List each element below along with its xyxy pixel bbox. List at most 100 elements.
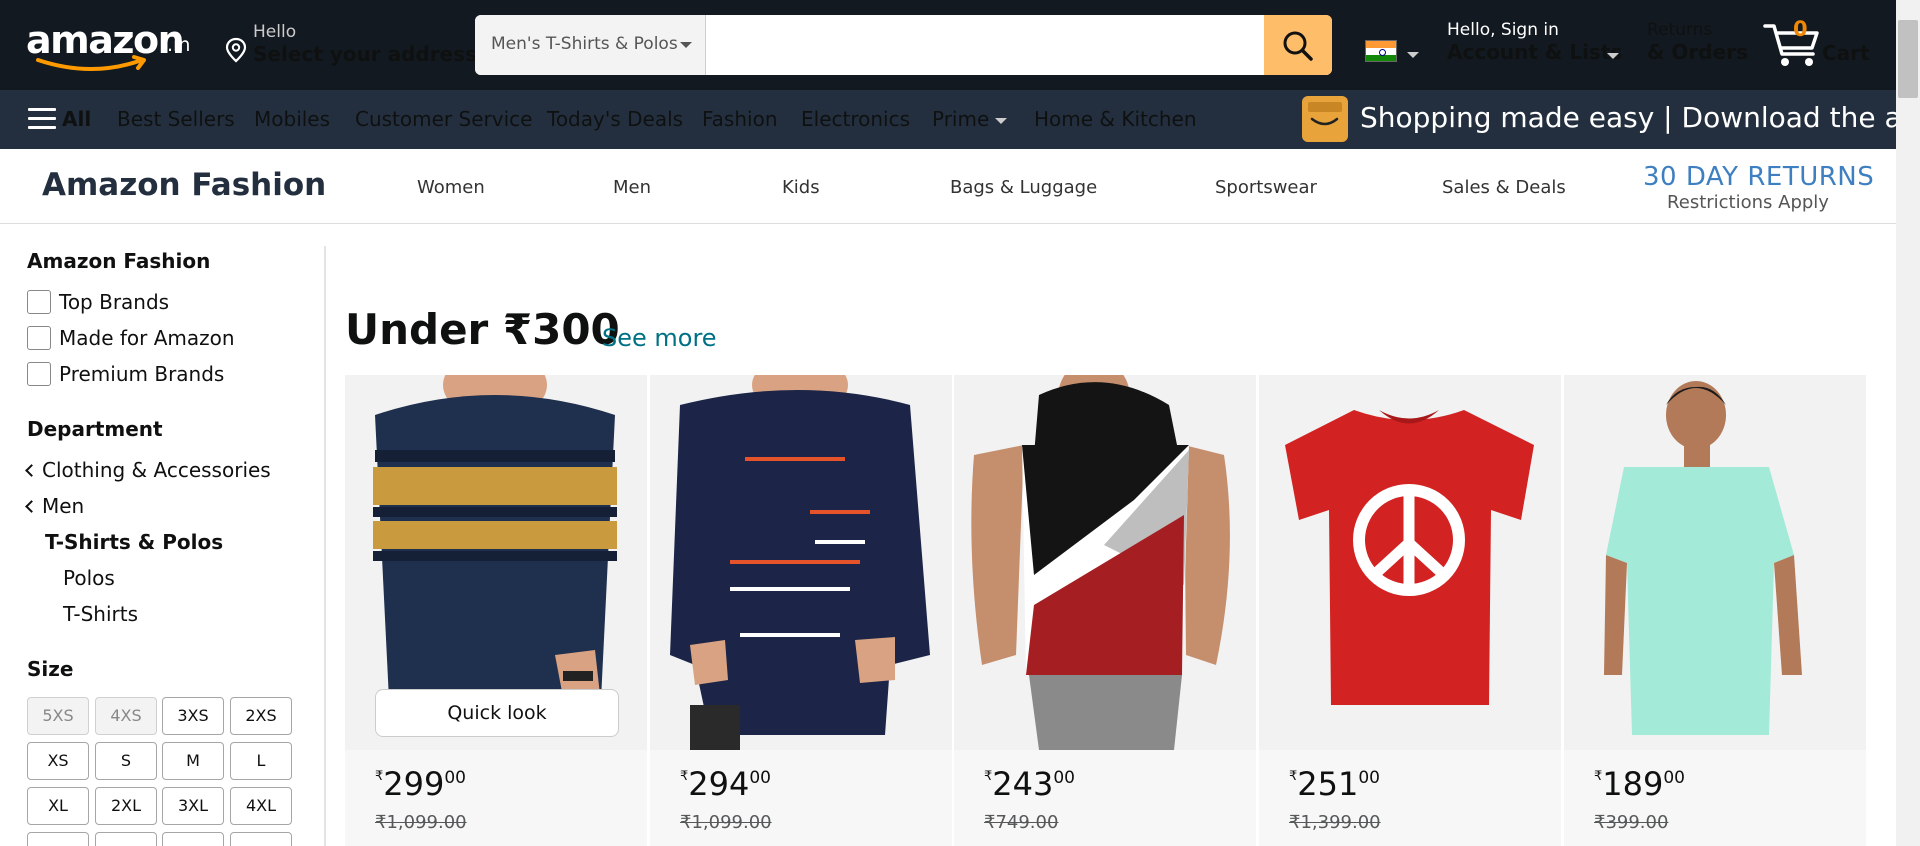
search-icon xyxy=(1283,31,1313,61)
nav-best-sellers[interactable]: Best Sellers xyxy=(117,107,235,131)
checkbox-top-brands[interactable] xyxy=(27,290,51,314)
india-flag-icon[interactable] xyxy=(1365,40,1397,62)
language-chevron-icon[interactable] xyxy=(1407,52,1419,58)
product-card[interactable]: ₹24300 ₹749.00 xyxy=(954,375,1256,846)
size-3xl[interactable]: 3XL xyxy=(162,787,224,825)
size-4xs: 4XS xyxy=(95,697,157,735)
account-greeting: Hello, Sign in xyxy=(1447,20,1559,40)
product-card[interactable]: ₹18900 ₹399.00 xyxy=(1564,375,1866,846)
fashion-link-women[interactable]: Women xyxy=(417,177,485,198)
department-heading: Department xyxy=(27,417,163,441)
product-price: ₹29400 xyxy=(680,765,771,803)
nav-prime[interactable]: Prime xyxy=(932,107,989,131)
app-box-icon[interactable] xyxy=(1302,96,1348,142)
dept-current: T-Shirts & Polos xyxy=(45,530,224,554)
nav-home-kitchen[interactable]: Home & Kitchen xyxy=(1034,107,1197,131)
fashion-link-sportswear[interactable]: Sportswear xyxy=(1215,177,1317,198)
product-mrp: ₹1,099.00 xyxy=(375,812,467,833)
dept-back-clothing[interactable]: Clothing & Accessories xyxy=(25,458,271,482)
filter-made-for-amazon[interactable]: Made for Amazon xyxy=(59,326,235,350)
returns-label: Returns xyxy=(1647,20,1713,40)
dept-back-men[interactable]: Men xyxy=(25,494,85,518)
checkbox-premium-brands[interactable] xyxy=(27,362,51,386)
all-menu-button[interactable]: All xyxy=(62,107,91,131)
chevron-left-icon xyxy=(25,464,38,477)
nav-electronics[interactable]: Electronics xyxy=(801,107,910,131)
returns-orders[interactable]: Returns & Orders xyxy=(1647,20,1748,64)
product-price: ₹24300 xyxy=(984,765,1075,803)
orders-label: & Orders xyxy=(1647,40,1748,64)
product-image-sweatshirt[interactable]: Quick look xyxy=(345,375,647,750)
product-mrp: ₹749.00 xyxy=(984,812,1059,833)
fashion-link-sales-deals[interactable]: Sales & Deals xyxy=(1442,177,1566,198)
size-m[interactable]: M xyxy=(162,742,224,780)
size-more[interactable] xyxy=(27,832,89,846)
product-image-hoodie[interactable] xyxy=(954,375,1256,750)
quick-look-button[interactable]: Quick look xyxy=(375,689,619,737)
nav-mobiles[interactable]: Mobiles xyxy=(254,107,330,131)
dept-clothing-label: Clothing & Accessories xyxy=(42,458,271,482)
returns-banner[interactable]: 30 DAY RETURNS Restrictions Apply xyxy=(1643,162,1875,213)
scrollbar-thumb[interactable] xyxy=(1898,20,1918,98)
sidebar-divider xyxy=(324,246,326,846)
size-s[interactable]: S xyxy=(95,742,157,780)
size-more[interactable] xyxy=(230,832,292,846)
product-image-mint-tee[interactable] xyxy=(1564,375,1866,750)
address-prompt: Select your address xyxy=(253,42,477,66)
address-greeting: Hello xyxy=(253,22,297,42)
chevron-left-icon xyxy=(25,500,38,513)
dept-tshirts[interactable]: T-Shirts xyxy=(63,602,138,626)
account-menu[interactable]: Hello, Sign in Account & Lists xyxy=(1447,20,1622,64)
brand-filter-heading: Amazon Fashion xyxy=(27,249,211,273)
size-xl[interactable]: XL xyxy=(27,787,89,825)
account-lists-label: Account & Lists xyxy=(1447,40,1623,64)
product-price: ₹18900 xyxy=(1594,765,1685,803)
size-5xs: 5XS xyxy=(27,697,89,735)
hamburger-menu-icon[interactable] xyxy=(28,108,56,130)
app-download-banner[interactable]: Shopping made easy | Download the app xyxy=(1360,101,1920,134)
size-l[interactable]: L xyxy=(230,742,292,780)
search-input[interactable] xyxy=(707,15,1239,75)
size-xs[interactable]: XS xyxy=(27,742,89,780)
search-category-dropdown[interactable]: Men's T-Shirts & Polos xyxy=(475,15,706,75)
smile-arrow-icon xyxy=(36,55,146,71)
fashion-link-men[interactable]: Men xyxy=(613,177,651,198)
nav-customer-service[interactable]: Customer Service xyxy=(355,107,532,131)
size-3xs[interactable]: 3XS xyxy=(162,697,224,735)
checkbox-made-for-amazon[interactable] xyxy=(27,326,51,350)
product-mrp: ₹399.00 xyxy=(1594,812,1669,833)
see-more-link[interactable]: See more xyxy=(602,324,717,352)
fashion-title[interactable]: Amazon Fashion xyxy=(42,167,326,203)
amazon-logo[interactable]: amazon .in xyxy=(26,18,201,74)
dept-polos[interactable]: Polos xyxy=(63,566,115,590)
size-more[interactable] xyxy=(95,832,157,846)
dept-men-label: Men xyxy=(42,494,85,518)
product-mrp: ₹1,099.00 xyxy=(680,812,772,833)
fashion-link-bags-luggage[interactable]: Bags & Luggage xyxy=(950,177,1097,198)
size-2xl[interactable]: 2XL xyxy=(95,787,157,825)
product-card[interactable]: ₹25100 ₹1,399.00 xyxy=(1259,375,1561,846)
size-4xl[interactable]: 4XL xyxy=(230,787,292,825)
product-price: ₹29900 xyxy=(375,765,466,803)
cart-count: 0 xyxy=(1793,17,1808,41)
product-card[interactable]: ₹29400 ₹1,099.00 xyxy=(650,375,952,846)
size-heading: Size xyxy=(27,657,74,681)
cart-button[interactable]: 0 Cart xyxy=(1763,17,1873,70)
page-scrollbar[interactable] xyxy=(1896,0,1920,846)
filter-premium-brands[interactable]: Premium Brands xyxy=(59,362,224,386)
nav-fashion[interactable]: Fashion xyxy=(702,107,778,131)
size-more[interactable] xyxy=(162,832,224,846)
product-card[interactable]: Quick look ₹29900 ₹1,099.00 xyxy=(345,375,647,846)
section-title: Under ₹300 xyxy=(345,305,620,354)
product-image-peace-tee[interactable] xyxy=(1259,375,1561,750)
filter-top-brands[interactable]: Top Brands xyxy=(59,290,169,314)
returns-banner-title: 30 DAY RETURNS xyxy=(1643,162,1875,192)
fashion-link-kids[interactable]: Kids xyxy=(782,177,820,198)
chevron-down-icon[interactable] xyxy=(995,118,1007,124)
nav-todays-deals[interactable]: Today's Deals xyxy=(547,107,683,131)
cart-label: Cart xyxy=(1822,41,1870,65)
size-2xs[interactable]: 2XS xyxy=(230,697,292,735)
search-category-label: Men's T-Shirts & Polos xyxy=(491,34,678,54)
product-image-long-sleeve-tee[interactable] xyxy=(650,375,952,750)
search-button[interactable] xyxy=(1264,15,1332,75)
